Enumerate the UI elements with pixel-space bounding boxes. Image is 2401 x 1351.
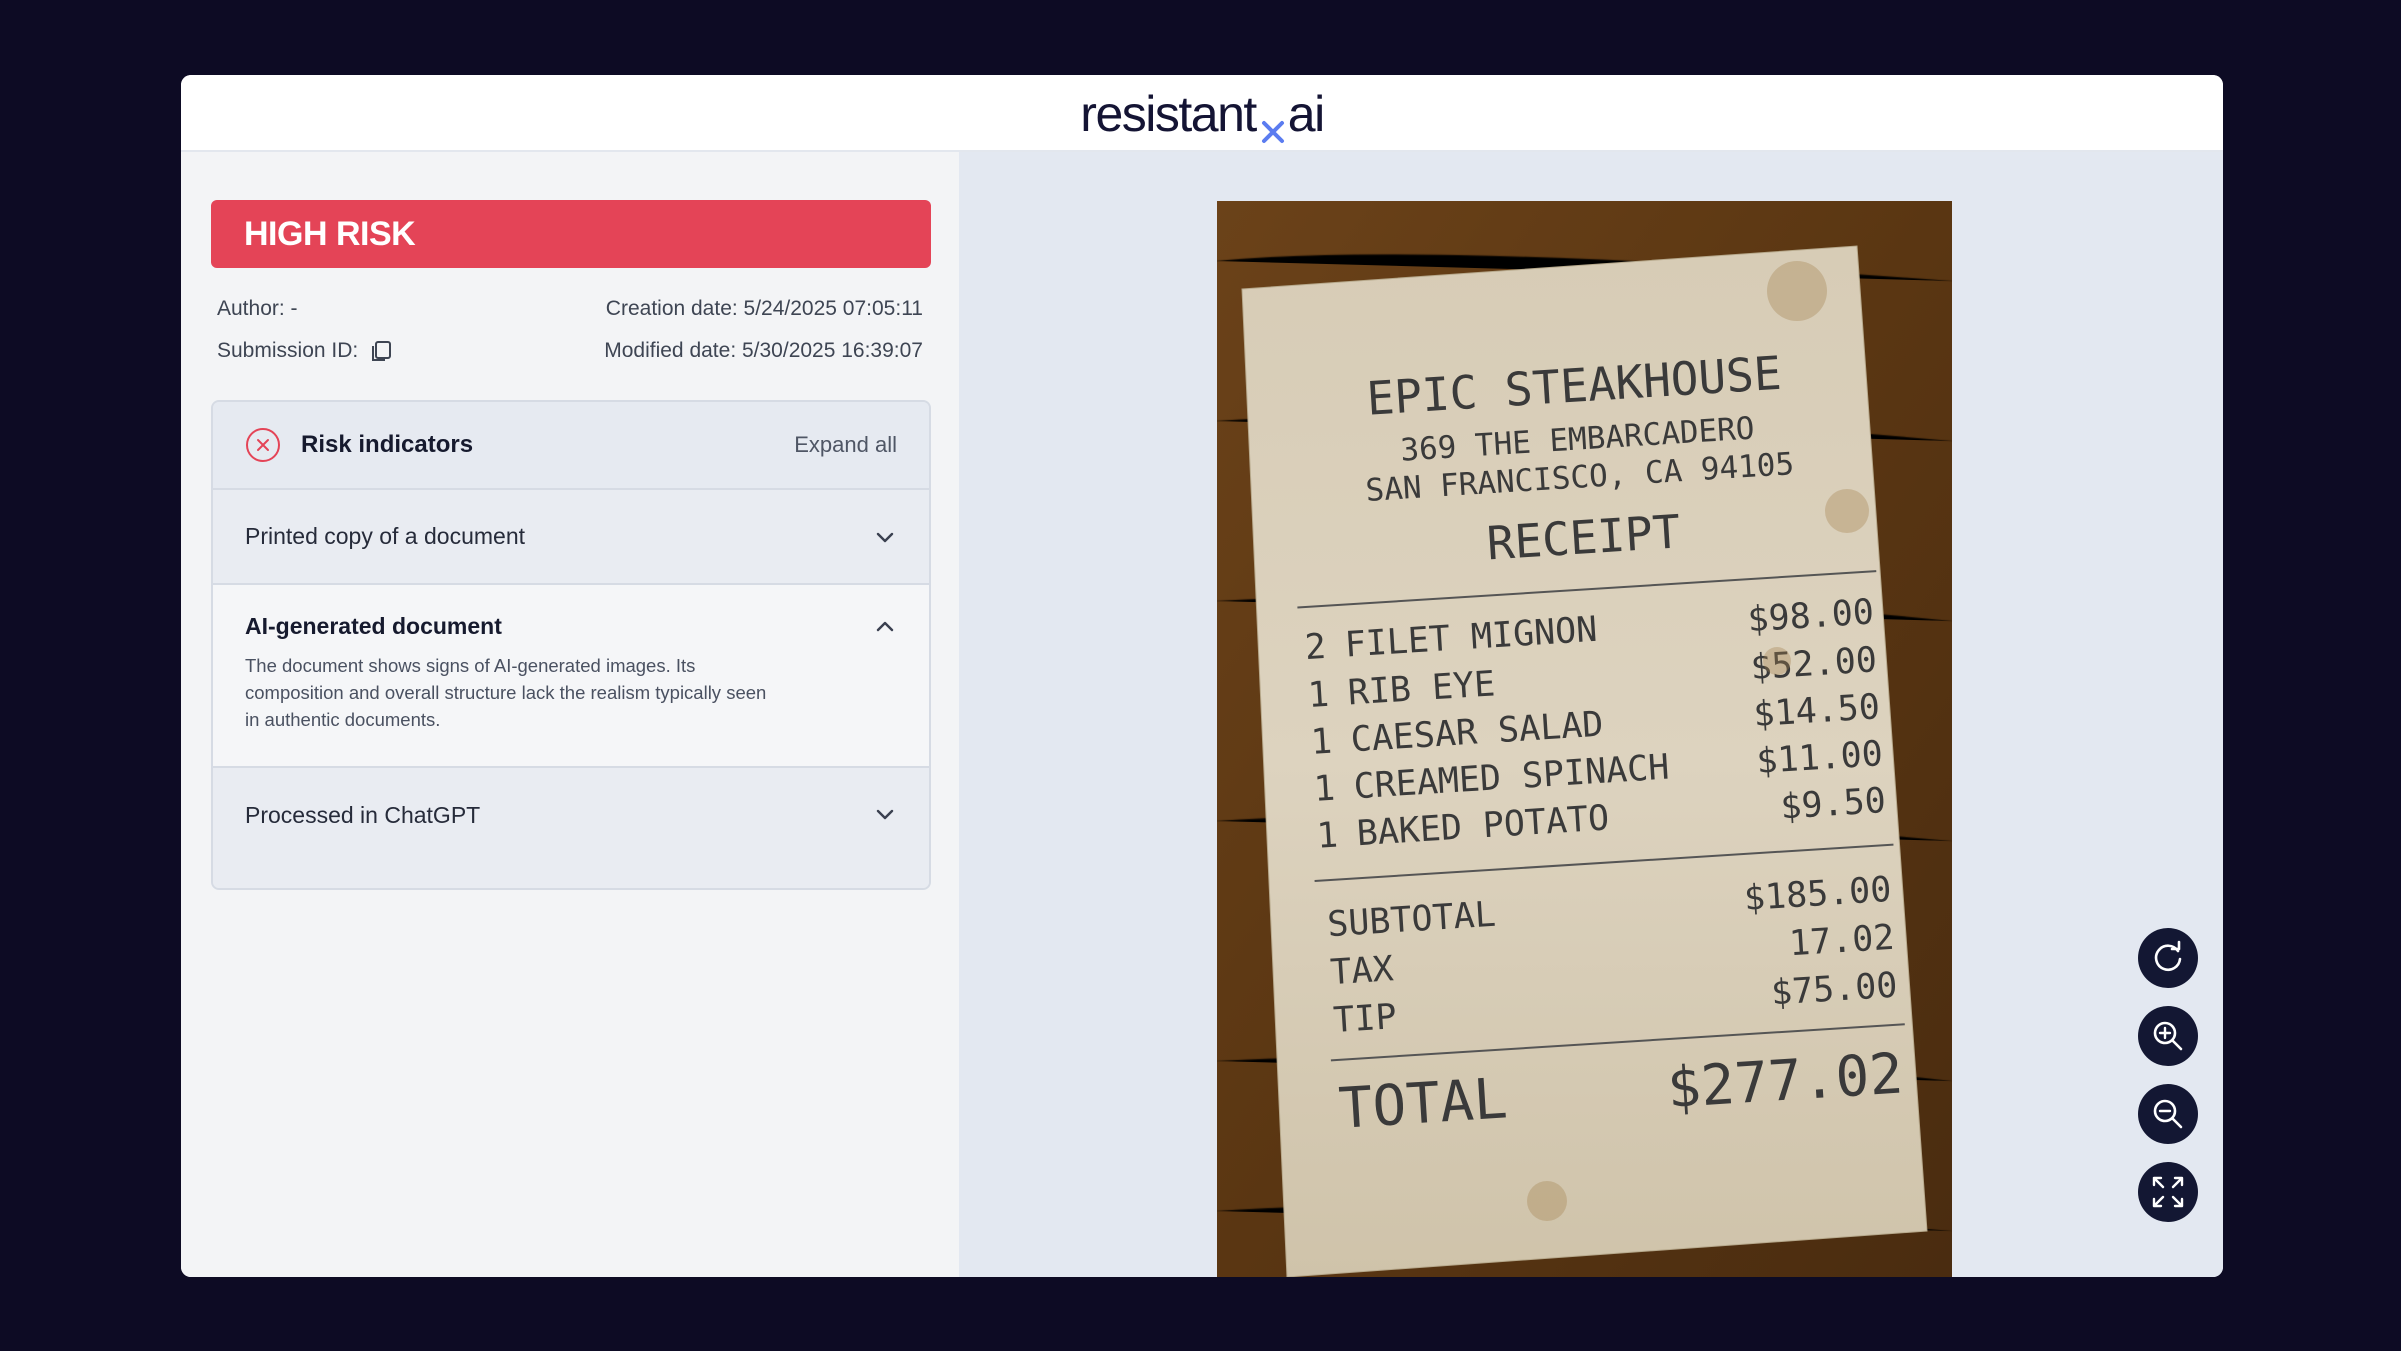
line-qty: 1 xyxy=(1310,722,1334,763)
indicator-description: The document shows signs of AI-generated… xyxy=(245,655,767,730)
indicator-printed-copy[interactable]: Printed copy of a document xyxy=(213,490,929,585)
line-qty: 2 xyxy=(1304,627,1328,668)
tip-label: TIP xyxy=(1332,997,1398,1041)
chevron-down-icon[interactable] xyxy=(873,525,897,549)
tip-value: $75.00 xyxy=(1770,966,1899,1014)
left-content: HIGH RISK Author: - Creation date: 5/24/… xyxy=(181,75,959,1277)
line-price: $11.00 xyxy=(1755,734,1884,782)
rotate-button[interactable] xyxy=(2138,928,2198,988)
zoom-in-button[interactable] xyxy=(2138,1006,2198,1066)
logo-text-left: resistant xyxy=(1080,85,1257,142)
creation-date: Creation date: 5/24/2025 07:05:11 xyxy=(605,297,923,320)
risk-indicators-panel: Risk indicators Expand all Printed copy … xyxy=(211,400,931,890)
receipt-photo: EPIC STEAKHOUSE 369 THE EMBARCADERO SAN … xyxy=(1217,201,1952,1277)
rotate-icon xyxy=(2154,940,2182,972)
fullscreen-icon xyxy=(2152,1176,2184,1208)
logo-text-right: ai xyxy=(1287,85,1325,142)
fullscreen-button[interactable] xyxy=(2138,1162,2198,1222)
line-qty: 1 xyxy=(1316,815,1340,856)
logo: resistant ai xyxy=(1080,83,1325,143)
zoom-in-icon xyxy=(2153,1021,2183,1051)
logo-x-icon xyxy=(1261,120,1284,143)
total-label: TOTAL xyxy=(1337,1066,1509,1141)
indicator-label: Printed copy of a document xyxy=(245,523,525,549)
indicator-processed-chatgpt[interactable]: Processed in ChatGPT xyxy=(213,768,929,888)
meta-row-1: Author: - Creation date: 5/24/2025 07:05… xyxy=(217,297,923,321)
meta-row-2: Submission ID: Modified date: 5/30/2025 … xyxy=(217,338,923,364)
zoom-out-button[interactable] xyxy=(2138,1084,2198,1144)
author-text: Author: - xyxy=(217,297,298,320)
line-qty: 1 xyxy=(1313,769,1337,810)
submission-id-label: Submission ID: xyxy=(217,339,359,362)
tax-label: TAX xyxy=(1329,949,1395,993)
copy-icon[interactable] xyxy=(368,338,394,364)
expand-all-button[interactable]: Expand all xyxy=(794,432,897,458)
tax-value: 17.02 xyxy=(1788,918,1896,965)
risk-indicators-header: Risk indicators Expand all xyxy=(213,402,929,490)
line-qty: 1 xyxy=(1307,675,1331,716)
x-circle-icon xyxy=(246,428,280,462)
chevron-down-icon[interactable] xyxy=(873,802,897,826)
indicator-label: Processed in ChatGPT xyxy=(245,802,481,828)
line-price: $14.50 xyxy=(1752,687,1881,735)
zoom-out-icon xyxy=(2153,1099,2183,1129)
submission-id: Submission ID: xyxy=(217,338,394,364)
line-price: $98.00 xyxy=(1746,592,1875,640)
receipt-image: EPIC STEAKHOUSE 369 THE EMBARCADERO SAN … xyxy=(1217,201,1952,1277)
chevron-up-icon[interactable] xyxy=(873,615,897,639)
line-price: $9.50 xyxy=(1779,781,1887,828)
risk-level-banner: HIGH RISK xyxy=(211,200,931,268)
modified-date: Modified date: 5/30/2025 16:39:07 xyxy=(604,339,923,362)
indicator-ai-generated[interactable]: AI-generated document The document shows… xyxy=(213,585,929,768)
risk-indicators-title: Risk indicators xyxy=(301,431,474,458)
indicator-label: AI-generated document xyxy=(245,613,502,639)
